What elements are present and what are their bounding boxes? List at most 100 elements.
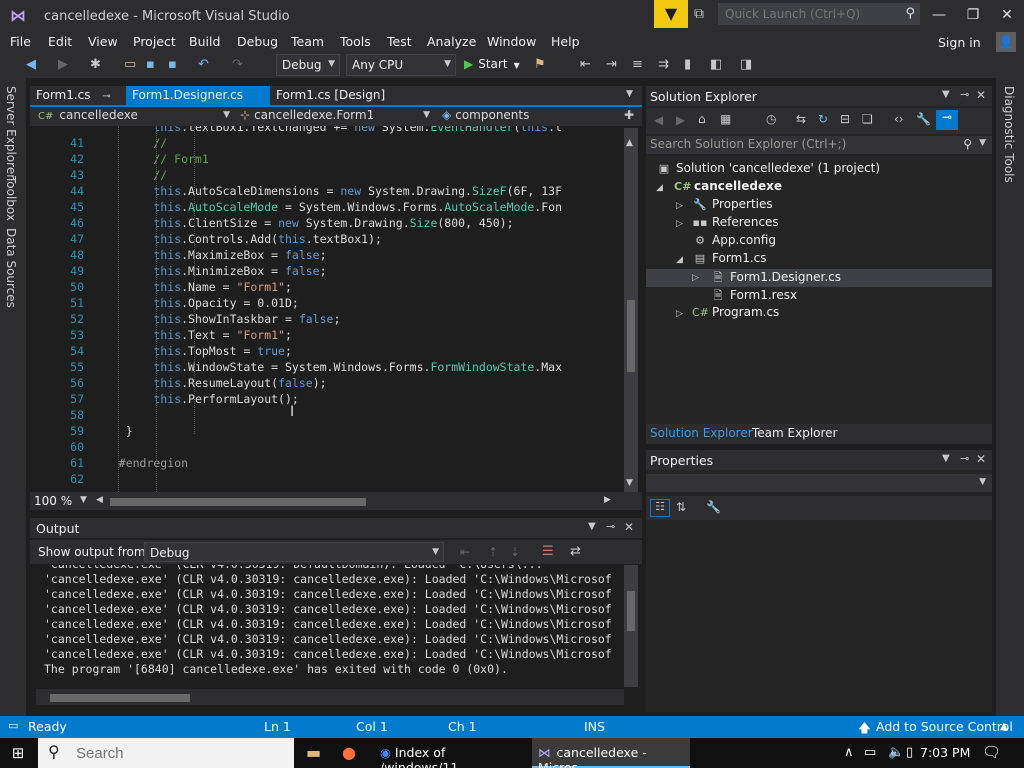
tab-solution-explorer[interactable]: Solution Explorer: [650, 426, 753, 440]
menu-analyze[interactable]: Analyze: [427, 34, 476, 49]
back-icon[interactable]: ◀: [26, 57, 36, 72]
menu-file[interactable]: File: [10, 34, 31, 49]
zoom-level[interactable]: 100 %: [34, 494, 72, 508]
member-dropdown[interactable]: ◈ components: [438, 108, 624, 125]
output-vertical-scroll-thumb[interactable]: [627, 591, 635, 631]
tree-item-project[interactable]: C# cancelledexe: [674, 179, 782, 197]
tab-team-explorer[interactable]: Team Explorer: [752, 426, 838, 440]
find-message-icon[interactable]: ⇤: [460, 545, 470, 559]
forward-icon[interactable]: ▶: [676, 113, 685, 127]
refresh-icon[interactable]: ↻: [818, 112, 828, 126]
properties-icon[interactable]: 🔧: [916, 112, 931, 126]
show-all-files-icon[interactable]: ❏: [862, 112, 873, 126]
maximize-button[interactable]: ❐: [958, 4, 988, 26]
word-wrap-icon[interactable]: ⇄: [570, 544, 581, 559]
menu-tools[interactable]: Tools: [340, 34, 371, 49]
pin-icon[interactable]: ⊸: [102, 91, 110, 102]
prev-message-icon[interactable]: ⇡: [488, 545, 498, 559]
feedback-icon[interactable]: ▼: [654, 0, 688, 28]
expand-arrow-icon[interactable]: ▷: [676, 309, 683, 319]
indent-icon[interactable]: ⇉: [658, 57, 669, 72]
tree-item-app-config[interactable]: ⚙ App.config: [692, 233, 776, 251]
start-debugging-button[interactable]: ▶ Start ▼: [464, 57, 520, 71]
firefox-icon[interactable]: ●: [342, 743, 356, 762]
save-all-icon[interactable]: ▪: [168, 57, 177, 72]
switch-views-icon[interactable]: ▦: [720, 112, 731, 126]
menu-team[interactable]: Team: [291, 34, 324, 49]
network-icon[interactable]: ▭: [864, 745, 876, 760]
editor-horizontal-scroll-thumb[interactable]: [110, 498, 366, 506]
taskbar-search[interactable]: ⚲: [38, 738, 294, 768]
upload-arrow-icon[interactable]: 🡅: [858, 719, 871, 740]
output-source-dropdown[interactable]: Debug ▼: [144, 542, 444, 562]
class-dropdown[interactable]: ⊹ cancelledexe.Form1 ▼: [236, 108, 434, 125]
menu-window[interactable]: Window: [487, 34, 536, 49]
windows-start-icon[interactable]: ⊞: [0, 738, 36, 768]
property-pages-icon[interactable]: 🔧: [706, 500, 721, 514]
bookmark-icon[interactable]: ▮: [684, 57, 691, 72]
scroll-up-icon[interactable]: ▲: [626, 138, 633, 148]
properties-object-dropdown[interactable]: ▼: [646, 474, 992, 492]
editor-vertical-scroll-thumb[interactable]: [627, 300, 635, 372]
sign-in-link[interactable]: Sign in: [938, 35, 981, 50]
tab-form1-cs[interactable]: Form1.cs ⊸: [30, 86, 126, 105]
chevron-down-icon[interactable]: ▼: [80, 495, 87, 505]
tree-item-references[interactable]: ▪▪ References: [692, 215, 779, 233]
battery-icon[interactable]: ▯: [906, 745, 913, 760]
new-project-icon[interactable]: ✱: [90, 57, 101, 72]
sync-icon[interactable]: ⇆: [796, 112, 806, 126]
output-horizontal-scrollbar[interactable]: [36, 689, 624, 705]
redo-icon[interactable]: ↷: [232, 57, 243, 72]
tree-item-form1-designer-cs[interactable]: 🗎 Form1.Designer.cs: [710, 269, 841, 287]
pending-changes-icon[interactable]: ◷: [766, 112, 776, 126]
close-icon[interactable]: ✕: [976, 452, 986, 466]
user-avatar-icon[interactable]: 👤: [996, 32, 1016, 52]
editor-vertical-scrollbar[interactable]: ▲ ▼: [624, 128, 638, 492]
pin-icon[interactable]: ⊸: [606, 520, 615, 533]
taskbar-app-chrome[interactable]: ◉ Index of /windows/11...: [372, 738, 530, 768]
collapse-arrow-icon[interactable]: ◢: [656, 183, 663, 193]
chevron-down-icon[interactable]: ▼: [979, 138, 986, 148]
output-horizontal-scroll-thumb[interactable]: [50, 694, 190, 702]
open-folder-icon[interactable]: ▭: [124, 57, 136, 72]
expand-arrow-icon[interactable]: ▷: [676, 201, 683, 211]
browser-link-icon[interactable]: ⚑: [534, 57, 546, 72]
tree-item-program-cs[interactable]: C# Program.cs: [692, 305, 779, 323]
tree-item-properties[interactable]: 🔧 Properties: [692, 197, 773, 215]
next-message-icon[interactable]: ⇣: [510, 545, 520, 559]
taskbar-search-input[interactable]: [76, 742, 276, 764]
clear-all-icon[interactable]: ☰: [542, 544, 554, 559]
clock-time[interactable]: 7:03 PM: [920, 745, 970, 760]
diagnostic-tools-tab[interactable]: Diagnostic Tools: [1002, 86, 1016, 183]
menu-view[interactable]: View: [88, 34, 118, 49]
save-icon[interactable]: ▪: [146, 57, 155, 72]
undo-icon[interactable]: ↶: [198, 57, 209, 72]
menu-test[interactable]: Test: [387, 34, 412, 49]
volume-icon[interactable]: 🔈: [888, 745, 904, 760]
notifications-icon[interactable]: 🗨: [982, 743, 1001, 761]
close-icon[interactable]: ✕: [976, 88, 986, 102]
minimize-button[interactable]: —: [924, 4, 954, 26]
view-code-icon[interactable]: ‹›: [894, 112, 904, 126]
server-explorer-tab[interactable]: Server Explorer: [4, 86, 18, 179]
scroll-right-icon[interactable]: ▶: [604, 495, 611, 505]
expand-arrow-icon[interactable]: ▷: [676, 219, 683, 229]
close-icon[interactable]: ✕: [624, 520, 634, 534]
forward-icon[interactable]: ▶: [58, 57, 68, 72]
tab-overflow-icon[interactable]: ▼: [626, 89, 633, 99]
scroll-left-icon[interactable]: ◀: [96, 495, 103, 505]
back-icon[interactable]: ◀: [654, 113, 663, 127]
solution-configuration-dropdown[interactable]: Debug ▼: [276, 54, 340, 76]
search-icon[interactable]: ⚲: [905, 6, 915, 21]
code-editor[interactable]: this.textBox1.TextChanged += new System.…: [30, 126, 624, 492]
solution-explorer-search[interactable]: Search Solution Explorer (Ctrl+;) ⚲ ▼: [646, 136, 992, 154]
bookmark-next-icon[interactable]: ◨: [740, 57, 752, 72]
toolbox-tab[interactable]: Toolbox: [4, 176, 18, 221]
tree-item-solution[interactable]: ▣ Solution 'cancelledexe' (1 project): [656, 161, 880, 179]
quick-launch-input[interactable]: [719, 4, 899, 24]
window-position-icon[interactable]: ▼: [942, 89, 950, 100]
project-dropdown[interactable]: C# cancelledexe ▼: [34, 108, 234, 125]
chevron-up-icon[interactable]: ▲: [1000, 721, 1008, 732]
menu-debug[interactable]: Debug: [237, 34, 278, 49]
search-icon[interactable]: ⚲: [963, 137, 972, 151]
